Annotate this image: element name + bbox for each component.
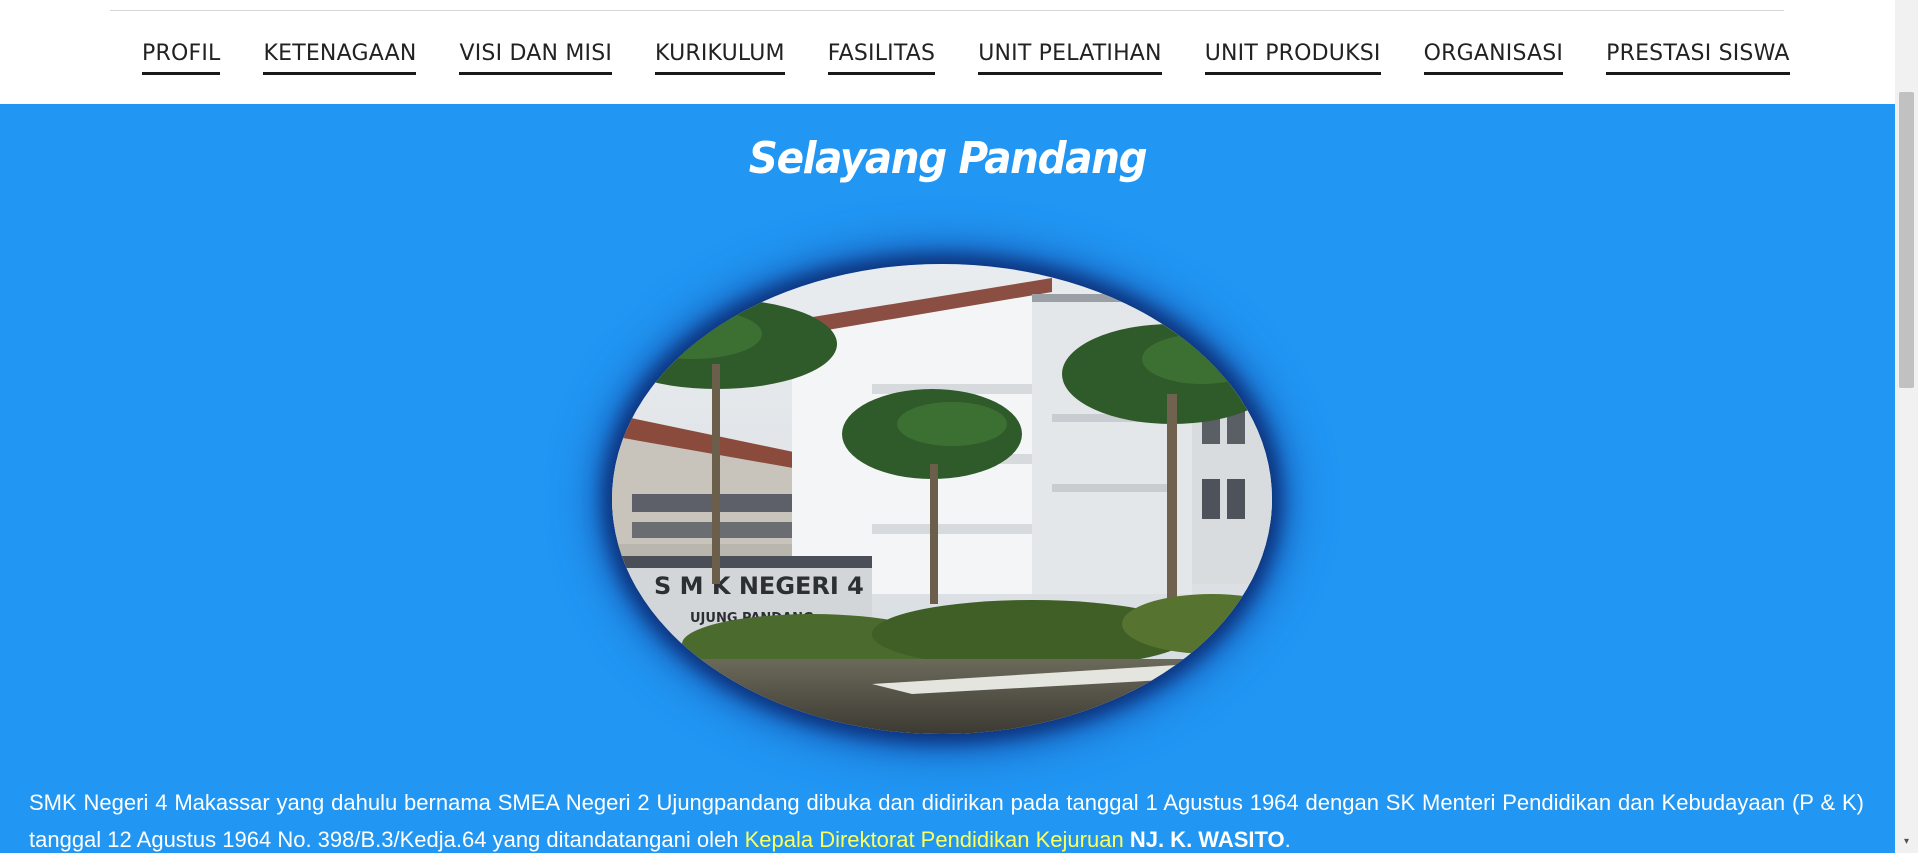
scroll-down-arrow-icon[interactable]: ▾ <box>1900 836 1913 848</box>
top-divider <box>110 10 1784 11</box>
nav-item-visi-dan-misi[interactable]: VISI DAN MISI <box>459 40 613 75</box>
nav-item-organisasi[interactable]: ORGANISASI <box>1423 40 1564 75</box>
nav-item-kurikulum[interactable]: KURIKULUM <box>655 40 785 75</box>
page-title: Selayang Pandang <box>748 133 1148 184</box>
sign-text-line1: S M K NEGERI 4 <box>654 572 864 600</box>
main-content: Selayang Pandang S M K NEGERI 4 SMK Nege… <box>0 104 1895 853</box>
nav-item-ketenagaan[interactable]: KETENAGAAN <box>263 40 417 75</box>
nav-item-profil[interactable]: PROFIL <box>142 40 221 75</box>
nav-item-prestasi-siswa[interactable]: PRESTASI SISWA <box>1606 40 1790 75</box>
highlighted-directorate: Kepala Direktorat Pendidikan Kejuruan <box>744 827 1124 852</box>
vertical-scrollbar[interactable]: ▾ <box>1895 0 1918 853</box>
main-nav: PROFIL KETENAGAAN VISI DAN MISI KURIKULU… <box>142 40 1790 75</box>
nav-item-fasilitas[interactable]: FASILITAS <box>827 40 936 75</box>
school-photo-illustration: S M K NEGERI 4 UJUNG PANDANG <box>612 264 1272 734</box>
nav-item-unit-pelatihan[interactable]: UNIT PELATIHAN <box>978 40 1162 75</box>
top-navigation-bar: PROFIL KETENAGAAN VISI DAN MISI KURIKULU… <box>0 0 1895 104</box>
nav-item-unit-produksi[interactable]: UNIT PRODUKSI <box>1204 40 1381 75</box>
scrollbar-thumb[interactable] <box>1899 92 1914 388</box>
school-history-paragraph: SMK Negeri 4 Makassar yang dahulu bernam… <box>29 784 1864 853</box>
sentence-end: . <box>1284 827 1291 852</box>
school-building-photo: S M K NEGERI 4 UJUNG PANDANG <box>612 264 1272 734</box>
signatory-name: NJ. K. WASITO <box>1129 827 1285 852</box>
